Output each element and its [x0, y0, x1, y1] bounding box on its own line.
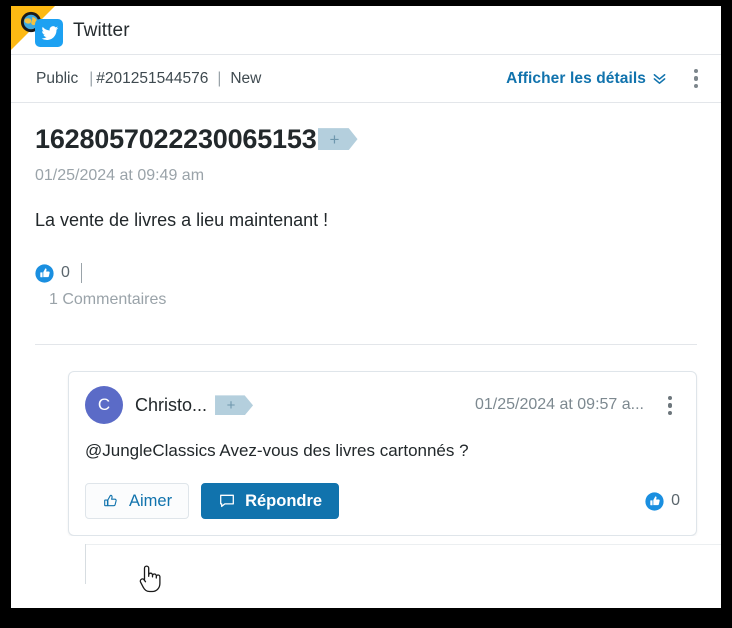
post-add-tag-chip[interactable]: +: [317, 128, 358, 151]
comment-like-count: 0: [671, 492, 680, 510]
kebab-dot: [667, 410, 673, 416]
post-body: 1628057022230065153 + 01/25/2024 at 09:4…: [11, 103, 721, 346]
meta-bar-actions: Afficher les détails: [506, 66, 707, 92]
post-comment-count[interactable]: 1 Commentaires: [49, 291, 697, 309]
case-id-label: #201251544576: [96, 69, 209, 87]
thumbs-up-outline-icon: [104, 495, 117, 507]
meta-bar: Public | #201251544576 | New Afficher le…: [11, 55, 721, 103]
like-button-label: Aimer: [129, 491, 173, 510]
page-title: 1628057022230065153: [35, 124, 317, 154]
post-text: La vente de livres a lieu maintenant !: [35, 210, 329, 231]
app-header: Twitter: [11, 6, 721, 55]
comment-add-tag-chip[interactable]: +: [215, 395, 254, 416]
comment-like-summary: 0: [645, 492, 680, 511]
kebab-dot: [693, 68, 699, 74]
kebab-dot: [667, 395, 673, 401]
thread-continuation: [11, 536, 721, 585]
comment-header: C Christo... + 01/25/2024 at 09:57 a...: [85, 386, 680, 425]
breadcrumb: Public | #201251544576 | New: [35, 70, 262, 88]
thumbs-up-filled-icon: [645, 492, 664, 511]
comment-more-menu-button[interactable]: [660, 392, 680, 418]
kebab-dot: [667, 403, 673, 408]
post-stats: 0: [35, 263, 697, 284]
post-title-row: 1628057022230065153 +: [35, 125, 697, 153]
post-timestamp: 01/25/2024 at 09:49 am: [35, 167, 205, 185]
twitter-bird-icon: [35, 19, 63, 47]
app-title: Twitter: [73, 20, 130, 41]
text-cursor-caret: [80, 263, 83, 284]
avatar: C: [85, 386, 123, 425]
kebab-dot: [693, 83, 699, 89]
comment-card: C Christo... + 01/25/2024 at 09:57 a... …: [68, 371, 697, 537]
comment-timestamp: 01/25/2024 at 09:57 a...: [474, 396, 644, 414]
thread-horizontal-rule: [85, 544, 721, 546]
comment-text: @JungleClassics Avez-vous des livres car…: [85, 441, 469, 461]
status-label: New: [230, 69, 262, 87]
reply-button-label: Répondre: [245, 491, 323, 510]
comment-actions: Aimer Répondre 0: [85, 483, 680, 520]
app-viewport: Twitter Public | #201251544576 | New Aff…: [11, 6, 721, 608]
breadcrumb-separator-1: |: [89, 69, 94, 87]
comments-area: C Christo... + 01/25/2024 at 09:57 a... …: [11, 345, 721, 585]
reply-button[interactable]: Répondre: [201, 483, 340, 520]
breadcrumb-separator-2: |: [217, 69, 222, 87]
post-like-count: 0: [61, 264, 70, 282]
comment-author: Christo...: [135, 394, 208, 415]
show-details-label: Afficher les détails: [506, 69, 646, 87]
speech-bubble-icon: [220, 495, 235, 508]
like-button[interactable]: Aimer: [85, 483, 190, 520]
visibility-label: Public: [36, 69, 79, 87]
window-frame: Twitter Public | #201251544576 | New Aff…: [0, 0, 732, 628]
thread-vertical-line: [85, 544, 86, 585]
meta-more-menu-button[interactable]: [685, 66, 707, 92]
kebab-dot: [693, 76, 699, 81]
show-details-link[interactable]: Afficher les détails: [506, 70, 667, 88]
chevron-double-down-icon: [653, 74, 666, 84]
thumbs-up-filled-icon: [35, 264, 54, 283]
